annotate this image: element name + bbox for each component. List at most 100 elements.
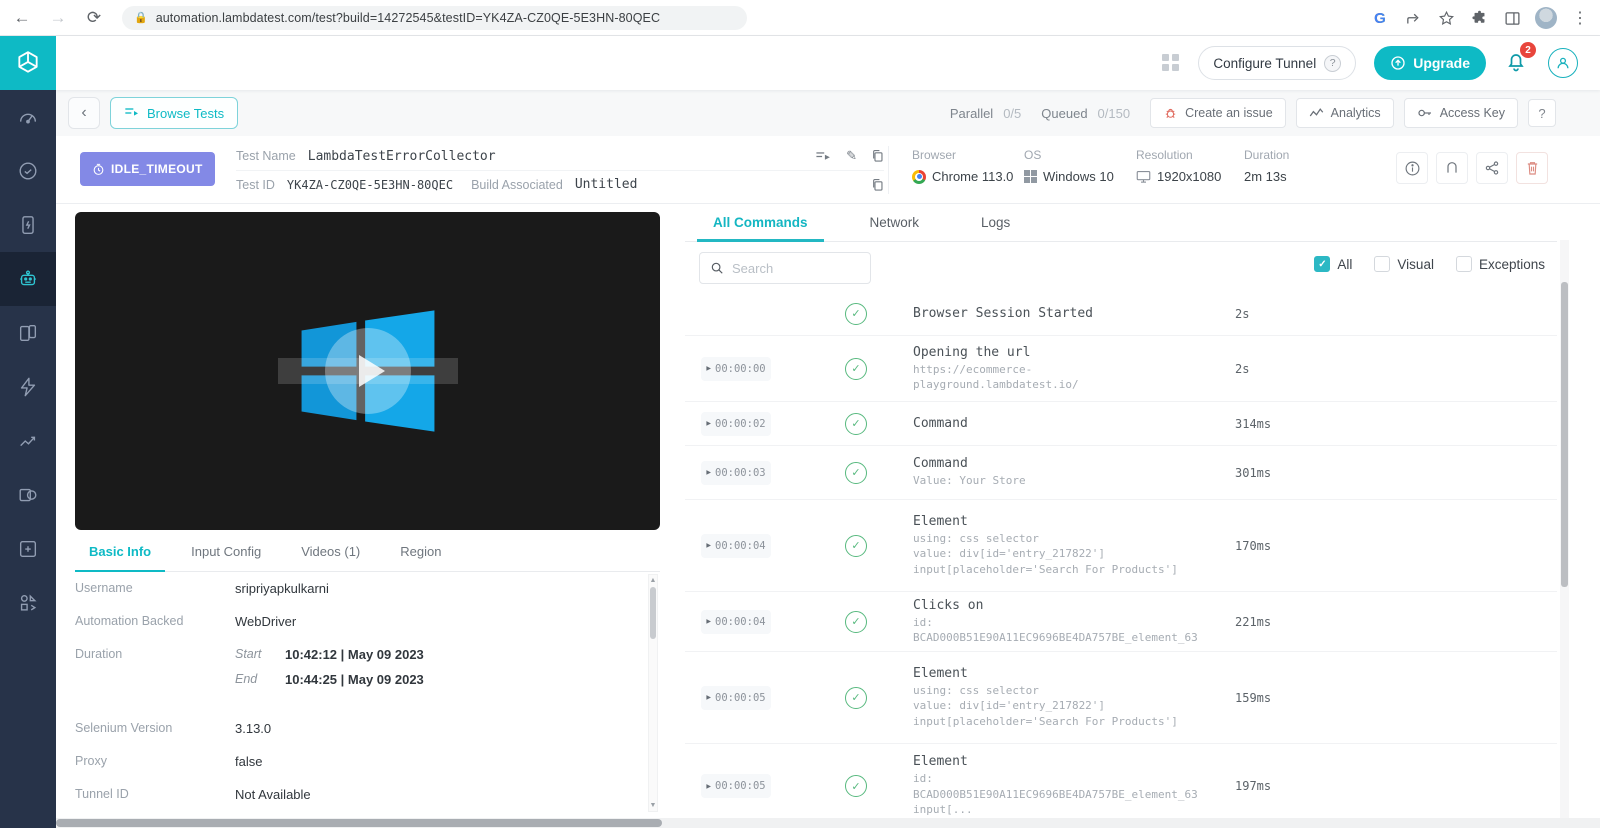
sidebar-item-dashboard[interactable] xyxy=(0,90,56,144)
filter-all[interactable]: All xyxy=(1314,256,1352,272)
analytics-button[interactable]: Analytics xyxy=(1295,98,1394,128)
refresh-icon[interactable]: ⟳ xyxy=(80,4,108,32)
access-key-button[interactable]: Access Key xyxy=(1403,98,1518,128)
lambdatest-logo[interactable] xyxy=(0,36,56,90)
filter-visual[interactable]: Visual xyxy=(1374,256,1434,272)
browse-tests-button[interactable]: Browse Tests xyxy=(110,97,239,129)
extensions-icon[interactable] xyxy=(1469,8,1489,28)
info-row-backend: Automation Backed WebDriver xyxy=(75,605,660,638)
back-to-tests-button[interactable]: ‹ xyxy=(68,97,100,129)
expand-icon: ▶ xyxy=(706,470,712,476)
queued-label: Queued xyxy=(1041,105,1088,121)
command-row[interactable]: ▶ 00:00:05 ✓ Element using: css selector v… xyxy=(685,652,1557,744)
configure-tunnel-button[interactable]: Configure Tunnel ? xyxy=(1198,46,1357,80)
tab-logs[interactable]: Logs xyxy=(965,206,1026,241)
idle-timeout-button[interactable] xyxy=(1436,152,1468,184)
sidebar-item-app-testing[interactable] xyxy=(0,198,56,252)
tab-videos[interactable]: Videos (1) xyxy=(287,534,374,571)
command-row[interactable]: ▶ 00:00:04 ✓ Element using: css selector v… xyxy=(685,500,1557,592)
backend-label: Automation Backed xyxy=(75,614,184,628)
info-scroll-thumb[interactable] xyxy=(650,587,656,639)
configure-tunnel-label: Configure Tunnel xyxy=(1213,55,1317,71)
browser-menu-icon[interactable]: ⋮ xyxy=(1570,8,1590,28)
sidebar-item-lt-browser[interactable] xyxy=(0,468,56,522)
url-bar[interactable]: 🔒 automation.lambdatest.com/test?build=1… xyxy=(122,5,747,30)
tab-basic-info[interactable]: Basic Info xyxy=(75,534,166,572)
sidebar xyxy=(0,36,56,828)
side-panel-icon[interactable] xyxy=(1502,8,1522,28)
tab-region[interactable]: Region xyxy=(386,534,455,571)
selenium-label: Selenium Version xyxy=(75,721,173,735)
command-row[interactable]: ▶ 00:00:04 ✓ Clicks on id: BCAD000B51E90A1… xyxy=(685,592,1557,652)
command-time: 00:00:05 xyxy=(715,691,766,704)
sidebar-item-app-automation[interactable] xyxy=(0,306,56,360)
test-info-button[interactable] xyxy=(1396,152,1428,184)
expand-icon: ▶ xyxy=(706,695,712,701)
edit-test-name-icon[interactable]: ✎ xyxy=(846,148,857,164)
info-scrollbar[interactable]: ▲ ▼ xyxy=(648,574,658,812)
tunnel-help-icon[interactable]: ? xyxy=(1324,54,1342,72)
command-row[interactable]: ▶ 00:00:05 ✓ Element id: BCAD000B51E90A11E… xyxy=(685,744,1557,816)
command-title: Browser Session Started xyxy=(913,306,1094,321)
command-duration: 197ms xyxy=(1235,779,1272,793)
command-row[interactable]: ▶ 00:00:03 ✓ Command Value: Your Store 301… xyxy=(685,446,1557,500)
commands-scroll-thumb[interactable] xyxy=(1561,282,1568,587)
forward-icon[interactable]: → xyxy=(44,4,72,32)
sidebar-item-automation[interactable] xyxy=(0,252,56,306)
tab-input-config[interactable]: Input Config xyxy=(177,534,275,571)
command-duration: 221ms xyxy=(1235,614,1272,629)
browse-tests-label: Browse Tests xyxy=(147,105,225,121)
scroll-down-icon[interactable]: ▼ xyxy=(649,802,657,809)
upgrade-button[interactable]: Upgrade xyxy=(1374,46,1486,80)
test-list-icon[interactable] xyxy=(815,150,832,163)
command-row[interactable]: ▶ 00:00:00 ✓ Opening the url https://ecomm… xyxy=(685,336,1557,402)
user-avatar[interactable] xyxy=(1548,48,1578,78)
success-check-icon: ✓ xyxy=(845,302,867,325)
sidebar-item-realtime[interactable] xyxy=(0,144,56,198)
queued-value: 0/150 xyxy=(1097,105,1131,121)
command-row[interactable]: ▶ 00:00:02 ✓ Command 314ms xyxy=(685,402,1557,446)
scroll-up-icon[interactable]: ▲ xyxy=(649,577,657,584)
tab-all-commands[interactable]: All Commands xyxy=(697,206,824,242)
apps-grid-icon[interactable] xyxy=(1162,54,1180,72)
info-row-proxy: Proxy false xyxy=(75,745,660,778)
google-icon[interactable]: G xyxy=(1370,8,1390,28)
video-player[interactable] xyxy=(75,212,660,530)
sidebar-item-more-products[interactable] xyxy=(0,576,56,630)
sidebar-item-new-tab[interactable] xyxy=(0,522,56,576)
success-check-icon: ✓ xyxy=(845,461,867,484)
command-detail: using: css selector value: div[id='entry… xyxy=(913,531,1178,576)
tab-network[interactable]: Network xyxy=(854,206,936,241)
upgrade-arrow-icon xyxy=(1391,56,1405,70)
command-duration: 2s xyxy=(1235,306,1250,321)
help-button[interactable]: ? xyxy=(1528,99,1556,127)
bug-icon xyxy=(1165,108,1176,118)
test-id-label: Test ID xyxy=(236,177,275,192)
bookmark-star-icon[interactable] xyxy=(1436,8,1456,28)
sidebar-item-analytics[interactable] xyxy=(0,414,56,468)
notifications-button[interactable]: 2 xyxy=(1504,42,1536,77)
delete-test-button[interactable] xyxy=(1516,152,1548,184)
share-page-icon[interactable] xyxy=(1403,8,1423,28)
checkbox-all[interactable] xyxy=(1314,256,1331,272)
commands-scrollbar[interactable] xyxy=(1560,240,1569,818)
back-icon[interactable]: ← xyxy=(8,4,36,32)
play-button[interactable] xyxy=(324,328,411,414)
horizontal-scrollbar[interactable] xyxy=(56,818,1600,828)
copy-test-name-icon[interactable] xyxy=(871,149,884,163)
checkbox-visual[interactable] xyxy=(1374,256,1391,272)
create-issue-button[interactable]: Create an issue xyxy=(1150,98,1286,128)
copy-test-id-icon[interactable] xyxy=(871,178,884,192)
success-check-icon: ✓ xyxy=(845,686,867,709)
search-input[interactable] xyxy=(732,260,852,276)
browser-profile-avatar[interactable] xyxy=(1535,7,1557,29)
command-search[interactable] xyxy=(699,252,871,284)
command-row[interactable]: ▶ ✓ Browser Session Started 2s xyxy=(685,292,1557,336)
sidebar-item-hyperexecute[interactable] xyxy=(0,360,56,414)
command-detail: id: BCAD000B51E90A11EC9696BE4DA757BE_ele… xyxy=(913,772,1198,816)
share-test-button[interactable] xyxy=(1476,152,1508,184)
checkbox-exceptions[interactable] xyxy=(1455,256,1472,272)
filter-exceptions[interactable]: Exceptions xyxy=(1455,256,1545,272)
status-label: IDLE_TIMEOUT xyxy=(111,162,203,176)
horizontal-scroll-thumb[interactable] xyxy=(56,819,662,827)
